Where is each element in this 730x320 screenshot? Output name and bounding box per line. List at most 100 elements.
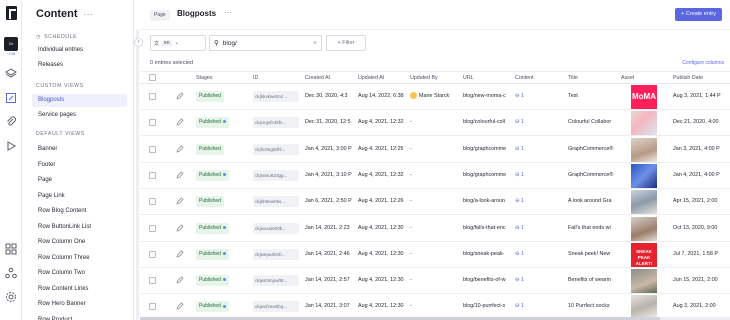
column-header[interactable]: Updated At [358,75,384,81]
column-header[interactable]: Content [515,75,534,81]
sidebar-more-icon[interactable]: ··· [84,10,94,19]
apps-grid-icon[interactable] [5,243,17,255]
sidebar-item-releases[interactable]: Releases [32,59,127,72]
row-checkbox[interactable] [149,277,156,285]
title-cell: Test [568,93,578,99]
configure-columns-link[interactable]: Configure columns [682,60,724,66]
table-row[interactable]: Published ckjwvxaie00b... Jan 14, 2021, 2:… [140,216,730,242]
edit-pencil-icon[interactable] [176,276,184,284]
sidebar-item-default-view[interactable]: Row Blog Content [32,205,127,218]
row-checkbox[interactable] [149,198,156,206]
sidebar-item-blogposts[interactable]: Blogposts [32,94,127,107]
content-reference-link[interactable]: ⊖ 1 [515,146,555,152]
content-reference-link[interactable]: ⊖ 1 [515,93,555,99]
edit-pencil-icon[interactable] [176,302,184,310]
table-row[interactable]: Published ckjhb6ew0ks... Jan 6, 2021, 2:50… [140,189,730,216]
sidebar-item-default-view[interactable]: Row Content Links [32,283,127,296]
content-reference-link[interactable]: ⊖ 1 [515,172,555,178]
asset-thumbnail[interactable]: MoMA [631,85,657,109]
sidebar-item-service-pages[interactable]: Service pages [32,109,127,122]
asset-thumbnail[interactable] [631,216,657,241]
asset-thumbnail[interactable] [631,269,657,294]
create-entry-button[interactable]: + Create entry [674,8,722,21]
row-checkbox[interactable] [149,250,156,258]
edit-pencil-icon[interactable] [176,118,184,126]
column-header[interactable]: Created At [305,75,330,81]
asset-thumbnail[interactable] [631,163,657,188]
entry-id[interactable]: ckjws3mpw08... [253,275,299,287]
sidebar-scrollbar[interactable] [136,30,139,320]
table-row[interactable]: Published ckjhizteg0dhl... Jan 4, 2021, 3:… [140,137,730,163]
column-header[interactable]: ID [253,75,258,81]
view-more-icon[interactable]: ··· [224,8,232,17]
table-row[interactable]: Published ckjcegsfc3kfn... Dec 31, 2020, 1… [140,110,730,137]
edit-pencil-icon[interactable] [176,145,184,153]
content-reference-link[interactable]: ⊖ 1 [515,277,555,283]
settings-gear-icon[interactable] [5,291,17,303]
title-cell: 10 Purrfect socks [568,303,610,310]
entry-id[interactable]: ckjwepark04l... [253,248,299,260]
table-row[interactable]: Published ckjin5ru823gg... Jan 4, 2021, 3:… [140,163,730,189]
webhooks-icon[interactable] [5,267,17,279]
edit-pencil-icon[interactable] [176,171,184,179]
asset-thumbnail[interactable] [631,295,657,320]
column-header[interactable]: Asset [621,75,634,81]
asset-thumbnail[interactable] [631,190,657,215]
search-input[interactable]: ⚲ blog/ × [209,35,322,51]
playground-play-icon[interactable] [5,140,17,152]
assets-attachment-icon[interactable] [5,116,17,128]
sidebar-item-default-view[interactable]: Page Link [32,190,127,203]
entry-id[interactable]: ckjwxfzew0bq... [253,301,299,313]
column-header[interactable]: Title [568,75,578,81]
add-filter-button[interactable]: + Filter [326,35,366,51]
column-header[interactable]: Updated By [410,75,438,81]
asset-thumbnail[interactable] [631,111,657,136]
sidebar-item-default-view[interactable]: Footer [32,159,127,172]
select-all-checkbox[interactable] [149,74,156,81]
edit-pencil-icon[interactable] [176,92,184,100]
sidebar-item-default-view[interactable]: Row Product [32,314,127,320]
row-checkbox[interactable] [149,145,156,153]
sidebar-item-individual-entries[interactable]: Individual entries [32,44,127,57]
sidebar-item-default-view[interactable]: Banner [32,143,127,156]
entry-id[interactable]: ckjwvxaie00b... [253,222,299,234]
column-header[interactable]: Publish Date [673,75,703,81]
table-row[interactable]: Published ckjwepark04l... Jan 14, 2021, 2:… [140,242,730,268]
content-reference-link[interactable]: ⊖ 1 [515,119,555,125]
content-reference-link[interactable]: ⊖ 1 [515,225,555,231]
hygraph-logo-icon[interactable] [6,6,17,20]
asset-thumbnail[interactable]: SNEAK PEAK ALERT! [631,242,657,267]
row-checkbox[interactable] [149,93,156,100]
sidebar-item-default-view[interactable]: Row Hero Banner [32,298,127,311]
entry-id[interactable]: ckjbkvkwe0oz... [253,91,299,102]
column-header[interactable]: Stages [196,75,213,81]
clear-search-icon[interactable]: × [313,40,317,47]
table-row[interactable]: Published ckjbkvkwe0oz... Dec 30, 2020, 4:… [140,84,730,110]
asset-thumbnail[interactable] [631,137,657,162]
row-checkbox[interactable] [149,224,156,232]
project-switcher[interactable]: Gr [4,37,18,51]
entry-id[interactable]: ckjin5ru823gg... [253,169,299,181]
content-reference-link[interactable]: ⊖ 1 [515,251,555,257]
row-checkbox[interactable] [149,119,156,127]
edit-pencil-icon[interactable] [176,197,184,205]
content-reference-link[interactable]: ⊖ 1 [515,198,555,204]
locale-select[interactable]: ⽂ en ⌄ [150,35,206,51]
content-reference-link[interactable]: ⊖ 1 [515,303,555,309]
sidebar-item-default-view[interactable]: Row ButtonLink List [32,221,127,234]
sidebar-item-default-view[interactable]: Row Column Three [32,252,127,265]
entry-id[interactable]: ckjhb6ew0ks... [253,196,299,208]
entry-id[interactable]: ckjhizteg0dhl... [253,143,299,155]
row-checkbox[interactable] [149,303,156,311]
schema-layers-icon[interactable] [5,68,17,80]
edit-pencil-icon[interactable] [176,250,184,258]
sidebar-item-default-view[interactable]: Row Column One [32,236,127,249]
sidebar-item-default-view[interactable]: Page [32,174,127,187]
table-row[interactable]: Published ckjws3mpw08... Jan 14, 2021, 2:5… [140,268,730,295]
column-header[interactable]: URL [463,75,474,81]
sidebar-item-default-view[interactable]: Row Column Two [32,267,127,280]
content-edit-icon[interactable] [5,92,17,104]
edit-pencil-icon[interactable] [176,223,184,232]
row-checkbox[interactable] [149,171,156,179]
entry-id[interactable]: ckjcegsfc3kfn... [253,117,299,129]
